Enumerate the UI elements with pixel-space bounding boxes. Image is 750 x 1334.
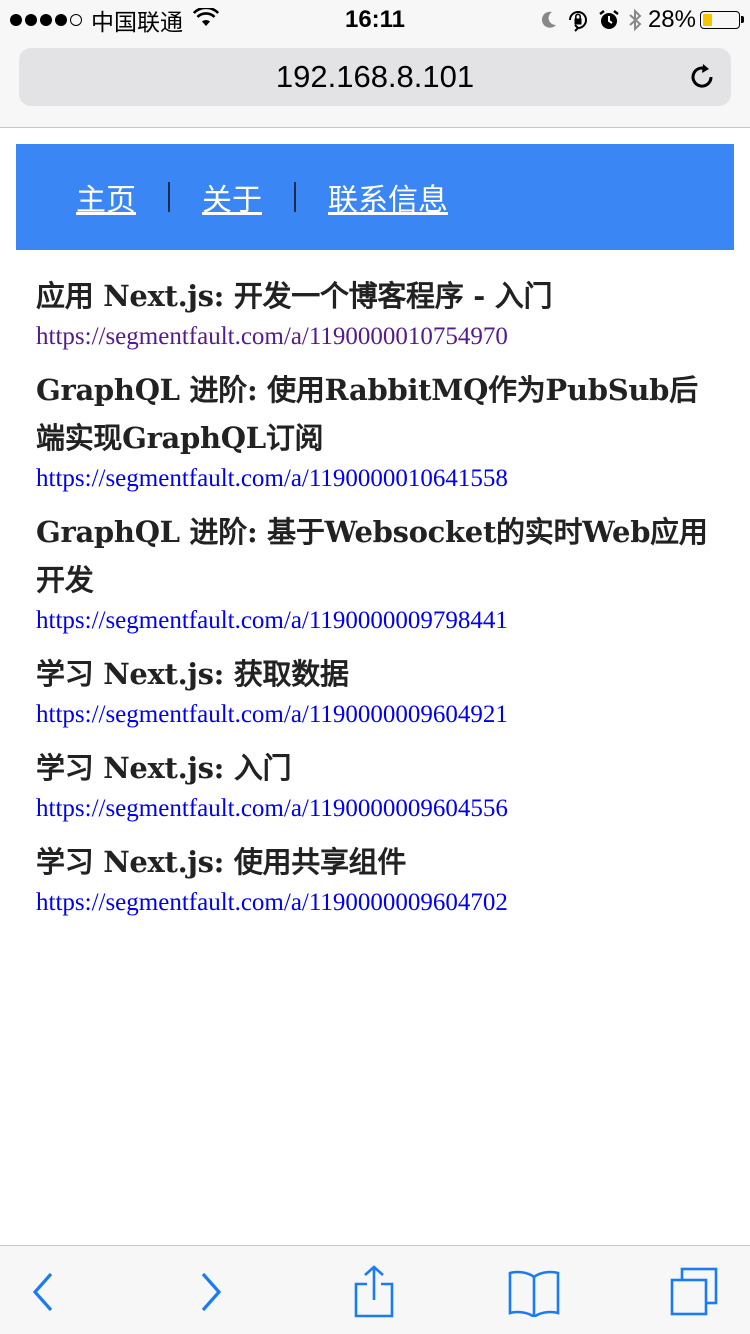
rotation-lock-icon (566, 8, 590, 32)
bookmarks-icon[interactable] (504, 1264, 564, 1320)
post-link[interactable]: https://segmentfault.com/a/1190000009604… (36, 792, 726, 826)
list-item: 学习 Next.js: 入门 https://segmentfault.com/… (36, 744, 726, 826)
list-item: GraphQL 进阶: 使用RabbitMQ作为PubSub后端实现GraphQ… (36, 366, 726, 496)
nav-link-home[interactable]: 主页 (76, 175, 136, 219)
battery-icon (700, 11, 744, 29)
list-item: GraphQL 进阶: 基于Websocket的实时Web应用开发 https:… (36, 508, 726, 638)
list-item: 学习 Next.js: 获取数据 https://segmentfault.co… (36, 650, 726, 732)
url-text[interactable]: 192.168.8.101 (19, 48, 731, 106)
post-link[interactable]: https://segmentfault.com/a/1190000009604… (36, 886, 726, 920)
post-title: GraphQL 进阶: 基于Websocket的实时Web应用开发 (36, 515, 708, 597)
moon-icon (540, 10, 558, 30)
nav-link-about[interactable]: 关于 (202, 175, 262, 219)
battery-level (703, 14, 712, 26)
post-title: 学习 Next.js: 入门 (36, 751, 292, 785)
nav-separator (168, 182, 170, 212)
post-link[interactable]: https://segmentfault.com/a/1190000009604… (36, 698, 726, 732)
post-link[interactable]: https://segmentfault.com/a/1190000010641… (36, 462, 726, 496)
status-bar: 中国联通 16:11 28% (0, 0, 750, 40)
reload-icon[interactable] (687, 62, 717, 92)
post-link[interactable]: https://segmentfault.com/a/1190000010754… (36, 320, 726, 354)
post-title: 应用 Next.js: 开发一个博客程序 - 入门 (36, 279, 553, 313)
post-list: 应用 Next.js: 开发一个博客程序 - 入门 https://segmen… (36, 272, 726, 932)
post-title: GraphQL 进阶: 使用RabbitMQ作为PubSub后端实现GraphQ… (36, 373, 698, 455)
alarm-icon (598, 9, 620, 31)
battery-percent: 28% (647, 6, 696, 33)
post-link[interactable]: https://segmentfault.com/a/1190000009798… (36, 604, 726, 638)
bluetooth-icon (628, 8, 642, 32)
list-item: 学习 Next.js: 使用共享组件 https://segmentfault.… (36, 838, 726, 920)
browser-toolbar (0, 1245, 750, 1334)
site-nav: 主页 关于 联系信息 (16, 144, 734, 250)
list-item: 应用 Next.js: 开发一个博客程序 - 入门 https://segmen… (36, 272, 726, 354)
share-icon[interactable] (344, 1264, 404, 1320)
address-bar[interactable]: 192.168.8.101 (19, 48, 731, 106)
post-title: 学习 Next.js: 获取数据 (36, 657, 349, 691)
browser-chrome: 192.168.8.101 (0, 40, 750, 128)
nav-separator (294, 182, 296, 212)
nav-link-contact[interactable]: 联系信息 (328, 175, 448, 219)
post-title: 学习 Next.js: 使用共享组件 (36, 845, 407, 879)
back-icon[interactable] (14, 1264, 74, 1320)
tabs-icon[interactable] (664, 1264, 724, 1320)
forward-icon[interactable] (180, 1264, 240, 1320)
